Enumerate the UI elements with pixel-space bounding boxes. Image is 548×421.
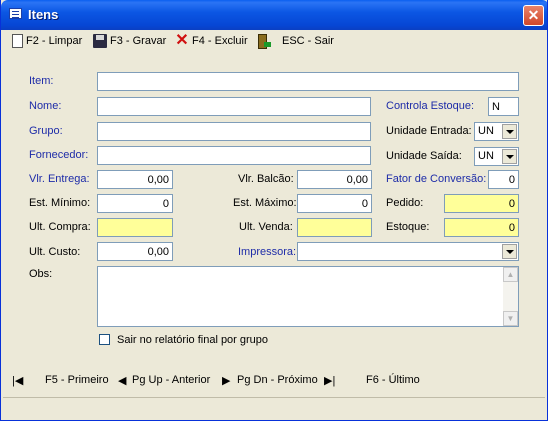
- record-navigation: |◀ F5 - Primeiro ◀ Pg Up - Anterior ▶ Pg…: [1, 370, 547, 392]
- controla-estoque-label: Controla Estoque:: [386, 100, 475, 112]
- vlr-entrega-label: Vlr. Entrega:: [29, 173, 90, 185]
- delete-button[interactable]: ✕ F4 - Excluir: [175, 32, 248, 50]
- next-record-button[interactable]: Pg Dn - Próximo: [237, 374, 318, 386]
- est-maximo-field[interactable]: [297, 194, 372, 213]
- new-page-icon: [12, 34, 23, 48]
- ult-venda-field[interactable]: [297, 218, 372, 237]
- delete-button-label: F4 - Excluir: [192, 35, 248, 47]
- scroll-up-icon[interactable]: ▲: [503, 267, 518, 282]
- close-button[interactable]: ✕: [523, 5, 544, 26]
- clear-button-label: F2 - Limpar: [26, 35, 83, 47]
- red-x-icon: ✕: [175, 32, 189, 49]
- sair-relatorio-label: Sair no relatório final por grupo: [117, 334, 269, 346]
- obs-label: Obs:: [29, 268, 53, 280]
- controla-estoque-field[interactable]: [488, 97, 519, 116]
- chevron-down-icon[interactable]: [502, 149, 517, 164]
- ult-venda-label: Ult. Venda:: [239, 221, 293, 233]
- fator-conversao-field[interactable]: [488, 170, 519, 189]
- title-bar: Itens ✕: [1, 0, 547, 30]
- clear-button[interactable]: F2 - Limpar: [12, 32, 82, 50]
- status-bar: [3, 397, 545, 418]
- last-record-icon[interactable]: ▶|: [324, 374, 335, 387]
- first-record-button[interactable]: F5 - Primeiro: [45, 374, 109, 386]
- unidade-saida-select[interactable]: UN: [474, 147, 519, 166]
- window-title: Itens: [28, 7, 59, 22]
- exit-button[interactable]: ESC - Sair: [257, 32, 334, 50]
- ult-custo-label: Ult. Custo:: [29, 246, 81, 258]
- unidade-saida-value: UN: [478, 150, 494, 162]
- est-minimo-label: Est. Mínimo:: [29, 197, 91, 209]
- grupo-field[interactable]: [97, 122, 371, 141]
- save-button[interactable]: F3 - Gravar: [93, 32, 166, 50]
- vlr-balcao-field[interactable]: [297, 170, 372, 189]
- pedido-field[interactable]: [444, 194, 519, 213]
- item-label: Item:: [29, 75, 54, 87]
- previous-record-button[interactable]: Pg Up - Anterior: [132, 374, 210, 386]
- first-record-icon[interactable]: |◀: [12, 374, 23, 387]
- vlr-entrega-field[interactable]: [97, 170, 173, 189]
- previous-record-icon[interactable]: ◀: [118, 374, 126, 387]
- last-record-button[interactable]: F6 - Último: [366, 374, 420, 386]
- estoque-label: Estoque:: [386, 221, 430, 233]
- save-button-label: F3 - Gravar: [110, 35, 167, 47]
- vlr-balcao-label: Vlr. Balcão:: [238, 173, 294, 185]
- obs-scrollbar[interactable]: ▲ ▼: [503, 267, 518, 326]
- ult-compra-field[interactable]: [97, 218, 173, 237]
- impressora-label: Impressora:: [238, 246, 297, 258]
- impressora-select[interactable]: [297, 242, 519, 261]
- ult-custo-field[interactable]: [97, 242, 173, 261]
- chevron-down-icon[interactable]: [502, 244, 517, 259]
- nome-field[interactable]: [97, 97, 371, 116]
- nome-label: Nome:: [29, 100, 62, 112]
- estoque-field[interactable]: [444, 218, 519, 237]
- unidade-saida-label: Unidade Saída:: [386, 150, 462, 162]
- window: Itens ✕ F2 - Limpar F3 - Gravar ✕ F4 - E…: [0, 0, 548, 421]
- est-minimo-field[interactable]: [97, 194, 173, 213]
- unidade-entrada-select[interactable]: UN: [474, 122, 519, 141]
- fornecedor-field[interactable]: [97, 146, 371, 165]
- pedido-label: Pedido:: [386, 197, 424, 209]
- exit-door-icon: [257, 33, 271, 49]
- floppy-disk-icon: [93, 34, 107, 48]
- chevron-down-icon[interactable]: [502, 124, 517, 139]
- est-maximo-label: Est. Máximo:: [233, 197, 297, 209]
- item-field[interactable]: [97, 72, 519, 91]
- grupo-label: Grupo:: [29, 125, 63, 137]
- unidade-entrada-label: Unidade Entrada:: [386, 125, 472, 137]
- sair-relatorio-checkbox[interactable]: [99, 334, 110, 345]
- next-record-icon[interactable]: ▶: [222, 374, 230, 387]
- obs-memo[interactable]: ▲ ▼: [97, 266, 519, 327]
- scroll-down-icon[interactable]: ▼: [503, 311, 518, 326]
- fator-conversao-label: Fator de Conversão:: [386, 173, 487, 185]
- fornecedor-label: Fornecedor:: [29, 149, 89, 161]
- window-list-icon: [9, 8, 22, 19]
- unidade-entrada-value: UN: [478, 125, 494, 137]
- ult-compra-label: Ult. Compra:: [29, 221, 91, 233]
- toolbar: F2 - Limpar F3 - Gravar ✕ F4 - Excluir E…: [1, 30, 547, 52]
- exit-button-label: ESC - Sair: [282, 35, 334, 47]
